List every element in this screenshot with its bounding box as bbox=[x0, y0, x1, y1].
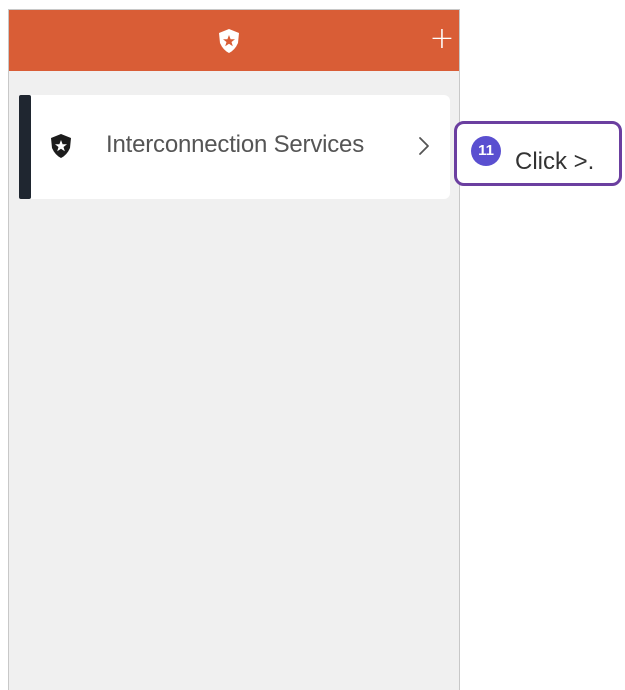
chevron-right-icon[interactable] bbox=[417, 135, 431, 157]
shield-star-icon bbox=[217, 28, 241, 54]
instruction-text: Click >. bbox=[515, 148, 595, 175]
step-number-badge: 11 bbox=[471, 136, 501, 166]
add-button[interactable]: + bbox=[429, 24, 455, 54]
service-name: Interconnection Services bbox=[106, 131, 365, 158]
shield-star-icon bbox=[49, 133, 73, 159]
service-list-item[interactable]: Interconnection Services bbox=[19, 95, 450, 199]
instruction-callout: 11 Click >. bbox=[454, 121, 622, 186]
app-header: + bbox=[9, 10, 459, 71]
selection-accent-bar bbox=[19, 95, 31, 199]
app-screen: + Interconnection Services bbox=[8, 9, 460, 690]
